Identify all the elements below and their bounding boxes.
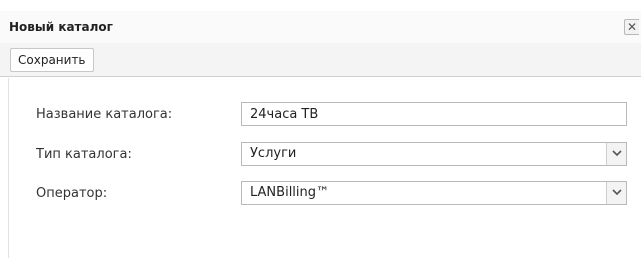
chevron-down-icon bbox=[612, 189, 622, 196]
toolbar-divider bbox=[0, 76, 641, 77]
dialog-window: Новый каталог ✕ Сохранить Название катал… bbox=[0, 0, 641, 258]
dialog-titlebar: Новый каталог ✕ bbox=[0, 11, 641, 43]
catalog-type-label: Тип каталога: bbox=[36, 147, 132, 162]
operator-select[interactable]: LANBilling™ bbox=[241, 181, 627, 205]
catalog-type-dropdown-button[interactable] bbox=[606, 143, 626, 165]
operator-value: LANBilling™ bbox=[250, 185, 330, 200]
catalog-type-select[interactable]: Услуги bbox=[241, 142, 627, 166]
toolbar: Сохранить bbox=[0, 43, 641, 77]
catalog-name-input[interactable] bbox=[241, 102, 627, 126]
chevron-down-icon bbox=[612, 150, 622, 157]
catalog-name-label: Название каталога: bbox=[36, 107, 173, 122]
form-left-border bbox=[8, 78, 9, 258]
catalog-type-value: Услуги bbox=[250, 146, 297, 161]
dialog-title: Новый каталог bbox=[9, 20, 113, 34]
close-icon: ✕ bbox=[626, 20, 638, 34]
close-button[interactable]: ✕ bbox=[624, 19, 639, 35]
save-button[interactable]: Сохранить bbox=[10, 48, 94, 72]
operator-label: Оператор: bbox=[36, 186, 108, 201]
operator-dropdown-button[interactable] bbox=[606, 182, 626, 204]
